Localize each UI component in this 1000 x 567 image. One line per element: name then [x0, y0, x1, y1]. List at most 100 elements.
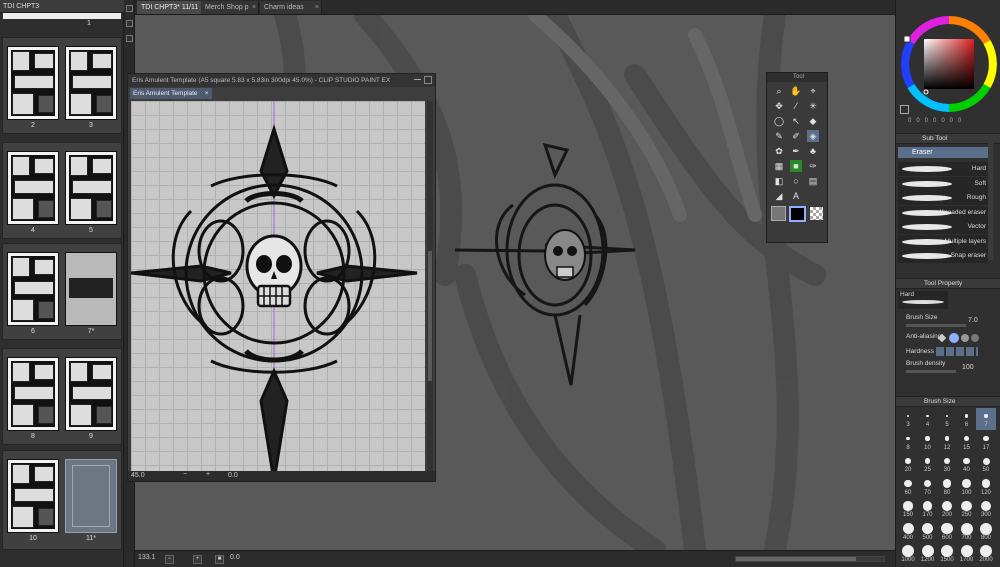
brush-size-preset[interactable]: 40 [957, 453, 977, 475]
brush-size-slider[interactable] [906, 324, 966, 327]
hand-icon[interactable]: ✋ [790, 85, 802, 97]
brush-size-preset[interactable]: 17 [976, 431, 996, 453]
sub-color-swatch[interactable] [771, 206, 786, 221]
brush-size-preset[interactable]: 800 [976, 521, 996, 543]
subtool-brush-item[interactable]: Snap eraser [898, 249, 988, 263]
page-spread[interactable]: 10 11* [2, 450, 122, 550]
brush-density-slider[interactable] [906, 370, 956, 373]
main-color-swatch[interactable] [789, 206, 806, 222]
tab-merch-shop[interactable]: Merch Shop p × [201, 1, 259, 14]
pencil-icon[interactable]: ✐ [790, 130, 802, 142]
brush-size-preset[interactable]: 120 [976, 476, 996, 498]
brush-size-preset[interactable]: 5 [937, 408, 957, 430]
subtool-brush-item[interactable]: Hard [898, 162, 988, 176]
brush-size-preset[interactable]: 10 [918, 431, 938, 453]
tool-property-header[interactable]: Tool Property [896, 278, 1000, 289]
tab-charm-ideas[interactable]: Charm ideas × [260, 1, 322, 14]
active-subtool-eraser[interactable]: Eraser [898, 147, 988, 158]
brush-size-preset[interactable]: 80 [937, 476, 957, 498]
horizontal-scrollbar[interactable] [735, 556, 885, 562]
main-rotation-readout[interactable]: 0.0 [230, 554, 240, 561]
page-thumbnail[interactable] [7, 252, 59, 326]
auto-select-icon[interactable]: ✳ [807, 100, 819, 112]
brush-size-preset[interactable]: 1200 [918, 543, 938, 565]
subtool-scrollbar[interactable] [988, 140, 993, 260]
transparent-color-swatch[interactable] [810, 207, 823, 220]
brush-size-preset[interactable]: 3 [898, 408, 918, 430]
subtool-brush-item[interactable]: Multiple layers [898, 234, 988, 249]
brush-size-panel-header[interactable]: Brush Size [896, 396, 1000, 407]
eyedropper-icon[interactable]: ⁄ [790, 100, 802, 112]
close-icon[interactable]: × [205, 88, 209, 99]
zoom-icon[interactable]: ⌕ [773, 85, 785, 97]
page-thumbnail[interactable] [7, 46, 59, 120]
brush-size-preset[interactable]: 400 [898, 521, 918, 543]
sub-window-scrollbar[interactable] [427, 101, 433, 471]
decoration-icon[interactable]: ♣ [807, 145, 819, 157]
brush-density-value[interactable]: 100 [962, 364, 974, 371]
move-icon[interactable]: ✥ [773, 100, 785, 112]
text-tool-icon[interactable]: A [790, 190, 802, 202]
page-spread[interactable]: 23 [2, 37, 122, 134]
brush-size-preset[interactable]: 12 [937, 431, 957, 453]
main-zoom-readout[interactable]: 133.1 [138, 554, 156, 561]
page-thumbnail[interactable] [65, 151, 117, 225]
brush-size-preset[interactable]: 60 [898, 476, 918, 498]
amulet-template-canvas[interactable] [131, 101, 425, 471]
zoom-in-icon[interactable]: + [206, 471, 210, 478]
gradient-icon[interactable]: ■ [790, 160, 802, 172]
object-select-icon[interactable]: ↖ [790, 115, 802, 127]
airbrush-icon[interactable]: ✒ [790, 145, 802, 157]
page-thumb-top[interactable] [3, 13, 121, 19]
anti-aliasing-options[interactable] [937, 333, 979, 343]
sub-view-window[interactable]: Eris Amulent Template (A5 square 5.83 x … [127, 73, 436, 482]
brush-size-preset[interactable]: 8 [898, 431, 918, 453]
brush-size-preset[interactable]: 1500 [937, 543, 957, 565]
maximize-icon[interactable] [424, 76, 432, 84]
fit-icon[interactable]: ■ [215, 555, 224, 564]
operation-icon[interactable]: ⌖ [807, 85, 819, 97]
lasso-icon[interactable]: ◯ [773, 115, 785, 127]
page-thumbnail[interactable] [7, 357, 59, 431]
page-thumbnail[interactable] [65, 459, 117, 533]
sub-rotation-readout[interactable]: 0.0 [228, 472, 238, 479]
close-icon[interactable]: × [315, 1, 319, 14]
brush-size-preset[interactable]: 7 [976, 408, 996, 430]
brush-size-value[interactable]: 7.0 [968, 317, 978, 324]
brush-size-preset[interactable]: 700 [957, 521, 977, 543]
sub-color-indicator[interactable] [900, 105, 909, 114]
brush-size-preset[interactable]: 15 [957, 431, 977, 453]
zoom-out-icon[interactable]: − [183, 471, 187, 478]
eraser-icon[interactable]: ◈ [807, 130, 819, 142]
brush-size-preset[interactable]: 2000 [976, 543, 996, 565]
page-thumbnail[interactable] [65, 357, 117, 431]
brush-size-preset[interactable]: 600 [937, 521, 957, 543]
brush-size-preset[interactable]: 500 [918, 521, 938, 543]
sub-zoom-readout[interactable]: 45.0 [131, 472, 145, 479]
brush-size-preset[interactable]: 200 [937, 498, 957, 520]
page-manager-tab[interactable]: TDI CHPT3 [0, 0, 124, 13]
page-thumbnail[interactable] [65, 46, 117, 120]
page-spread[interactable]: 45 [2, 142, 122, 239]
color-wheel[interactable] [899, 14, 999, 114]
sub-window-tab[interactable]: Eris Amulent Template × [130, 88, 212, 99]
pen-icon[interactable]: ✎ [773, 130, 785, 142]
grid-icon[interactable]: ▦ [773, 160, 785, 172]
brush-size-preset[interactable]: 6 [957, 408, 977, 430]
brush-size-preset[interactable]: 150 [898, 498, 918, 520]
page-thumbnail[interactable] [65, 252, 117, 326]
brush-size-preset[interactable]: 1700 [957, 543, 977, 565]
correct-line-icon[interactable]: ✑ [807, 160, 819, 172]
sub-tool-header[interactable]: Sub Tool [896, 133, 1000, 144]
brush-size-preset[interactable]: 100 [957, 476, 977, 498]
brush-size-preset[interactable]: 1000 [898, 543, 918, 565]
text-icon[interactable]: ◢ [773, 190, 785, 202]
brush-size-preset[interactable]: 50 [976, 453, 996, 475]
subtool-brush-item[interactable]: Kneaded eraser [898, 205, 988, 220]
brush-size-preset[interactable]: 170 [918, 498, 938, 520]
close-icon[interactable]: × [252, 1, 256, 14]
brush-size-preset[interactable]: 25 [918, 453, 938, 475]
brush-size-preset[interactable]: 70 [918, 476, 938, 498]
minimize-icon[interactable] [414, 79, 421, 80]
subtool-brush-item[interactable]: Vector [898, 220, 988, 234]
